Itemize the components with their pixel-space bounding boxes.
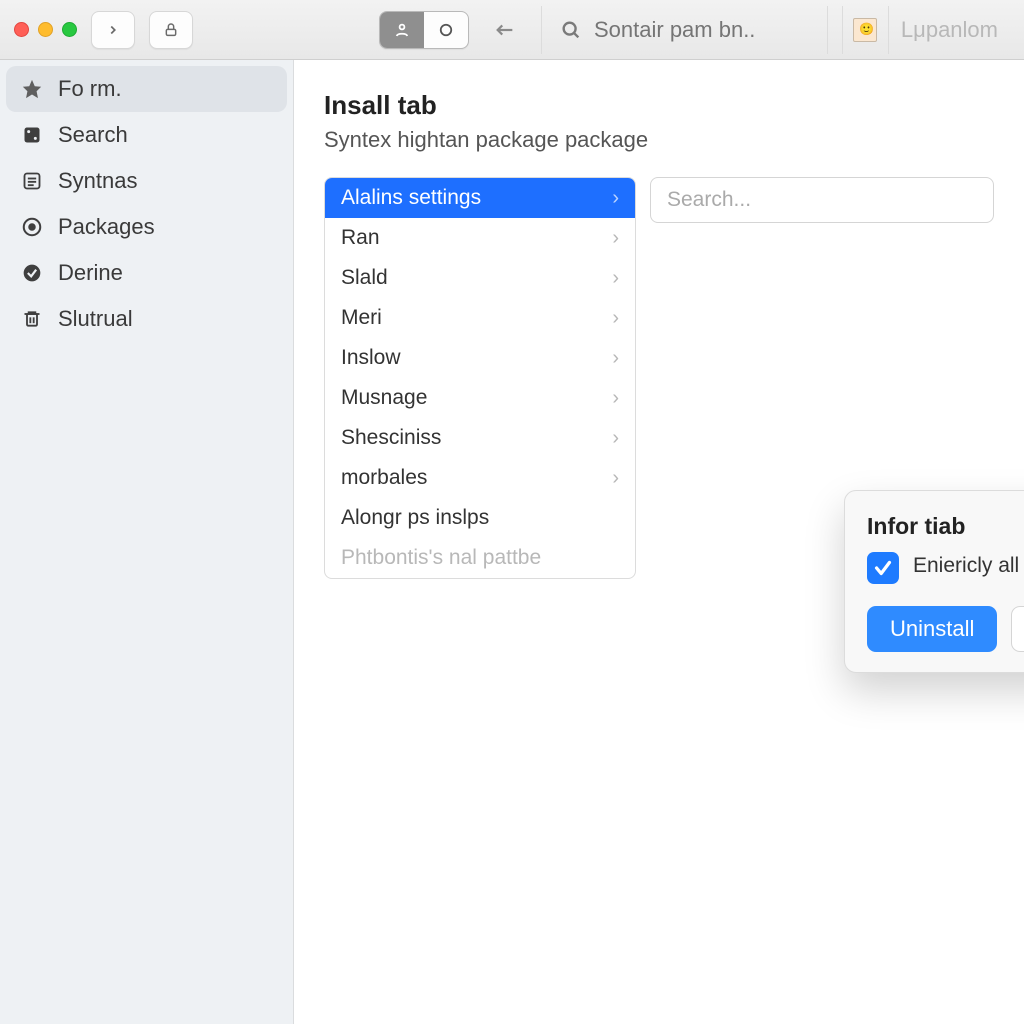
confirm-checkbox[interactable] xyxy=(867,552,899,584)
dialog-title: Infor tiab xyxy=(867,513,1024,540)
list-item-label: Musnage xyxy=(341,386,427,410)
sidebar-item-label: Packages xyxy=(58,214,155,240)
lock-button[interactable] xyxy=(149,11,193,49)
sidebar-item-form[interactable]: Fo rm. xyxy=(6,66,287,112)
chevron-right-icon: › xyxy=(612,467,619,490)
back-arrow-button[interactable] xyxy=(483,11,527,49)
list-item-label: Alongr ps inslps xyxy=(341,506,489,530)
list-item-morbales[interactable]: morbales › xyxy=(325,458,635,498)
chevron-right-icon: › xyxy=(612,427,619,450)
sidebar-item-label: Search xyxy=(58,122,128,148)
chevron-right-icon: › xyxy=(612,307,619,330)
star-icon xyxy=(20,77,44,101)
sidebar-item-search[interactable]: Search xyxy=(6,112,287,158)
sidebar-item-syntnas[interactable]: Syntnas xyxy=(6,158,287,204)
nav-forward-button[interactable] xyxy=(91,11,135,49)
page-subtitle: Syntex hightan package package xyxy=(324,127,994,153)
list-item-label: Alalins settings xyxy=(341,186,481,210)
list-item-shesciniss[interactable]: Shesciniss › xyxy=(325,418,635,458)
window-traffic-lights xyxy=(14,22,77,37)
list-item-alalins-settings[interactable]: Alalins settings › xyxy=(325,178,635,218)
list-item-label: Ran xyxy=(341,226,380,250)
content-search xyxy=(650,177,994,223)
main-content: Insall tab Syntex hightan package packag… xyxy=(294,60,1024,1024)
list-item-alongr[interactable]: Alongr ps inslps xyxy=(325,498,635,538)
titlebar: Lμpanlom xyxy=(0,0,1024,60)
chevron-right-icon: › xyxy=(612,187,619,210)
list-icon xyxy=(20,169,44,193)
sidebar-item-label: Syntnas xyxy=(58,168,138,194)
sidebar: Fo rm. Search Syntnas Packages Derine Sl… xyxy=(0,60,294,1024)
close-window-icon[interactable] xyxy=(14,22,29,37)
trash-icon xyxy=(20,307,44,331)
circle-view-icon[interactable] xyxy=(424,12,468,48)
search-icon xyxy=(560,19,582,41)
list-item-ran[interactable]: Ran › xyxy=(325,218,635,258)
list-item-slald[interactable]: Slald › xyxy=(325,258,635,298)
confirm-dialog: Infor tiab Eniericly all ulstal your hee… xyxy=(844,490,1024,673)
user-label[interactable]: Lμpanlom xyxy=(888,6,1010,54)
chevron-right-icon: › xyxy=(612,267,619,290)
list-item-inslow[interactable]: Inslow › xyxy=(325,338,635,378)
sidebar-item-derine[interactable]: Derine xyxy=(6,250,287,296)
avatar-button[interactable] xyxy=(842,6,888,54)
sidebar-item-slutrual[interactable]: Slutrual xyxy=(6,296,287,342)
content-search-input[interactable] xyxy=(650,177,994,223)
titlebar-search[interactable] xyxy=(541,6,828,54)
list-item-phtbontiss[interactable]: Phtbontis's nal pattbe xyxy=(325,538,635,578)
list-item-label: Shesciniss xyxy=(341,426,441,450)
sidebar-item-packages[interactable]: Packages xyxy=(6,204,287,250)
chevron-right-icon: › xyxy=(612,347,619,370)
cancel-button[interactable]: Cancel xyxy=(1011,606,1024,652)
titlebar-search-input[interactable] xyxy=(594,17,809,43)
list-item-label: Slald xyxy=(341,266,388,290)
uninstall-button[interactable]: Uninstall xyxy=(867,606,997,652)
sidebar-item-label: Slutrual xyxy=(58,306,133,332)
list-item-label: morbales xyxy=(341,466,427,490)
sidebar-item-label: Derine xyxy=(58,260,123,286)
dialog-text: Eniericly all ulstal your heek. xyxy=(913,552,1024,580)
chevron-right-icon: › xyxy=(612,227,619,250)
page-title: Insall tab xyxy=(324,90,994,121)
list-item-label: Inslow xyxy=(341,346,401,370)
chevron-right-icon: › xyxy=(612,387,619,410)
list-item-label: Phtbontis's nal pattbe xyxy=(341,546,541,570)
list-item-label: Meri xyxy=(341,306,382,330)
check-circle-icon xyxy=(20,261,44,285)
settings-list: Alalins settings › Ran › Slald › Meri › Insl… xyxy=(324,177,636,579)
dice-icon xyxy=(20,123,44,147)
list-item-musnage[interactable]: Musnage › xyxy=(325,378,635,418)
person-view-icon[interactable] xyxy=(380,12,424,48)
gauge-icon xyxy=(20,215,44,239)
maximize-window-icon[interactable] xyxy=(62,22,77,37)
sidebar-item-label: Fo rm. xyxy=(58,76,122,102)
titlebar-right: Lμpanlom xyxy=(842,6,1010,54)
view-mode-segment[interactable] xyxy=(379,11,469,49)
avatar-icon xyxy=(853,18,877,42)
list-item-meri[interactable]: Meri › xyxy=(325,298,635,338)
minimize-window-icon[interactable] xyxy=(38,22,53,37)
